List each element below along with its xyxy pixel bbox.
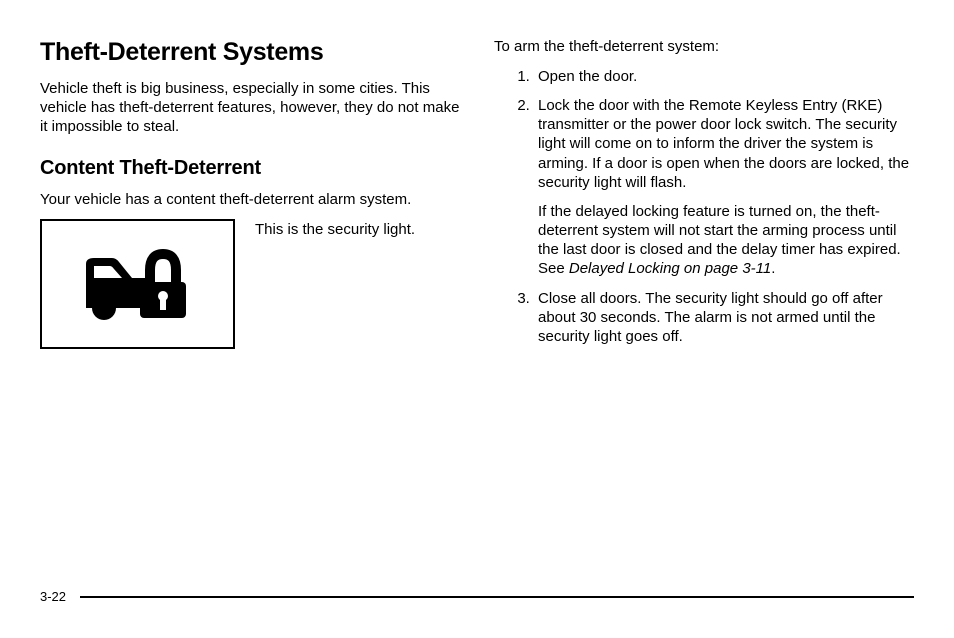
step-2-extra: If the delayed locking feature is turned… [538,202,914,279]
page-number: 3-22 [40,589,66,604]
two-column-layout: Theft-Deterrent Systems Vehicle theft is… [40,38,914,356]
step-2-text-a: Lock the door with the Remote Keyless En… [538,97,909,191]
arming-steps-list: Open the door. Lock the door with the Re… [494,67,914,346]
figure-caption: This is the security light. [255,219,415,240]
intro-paragraph: Vehicle theft is big business, especiall… [40,79,460,137]
heading-content-theft-deterrent: Content Theft-Deterrent [40,157,460,180]
step-1: Open the door. [534,67,914,86]
arm-lead-text: To arm the theft-deterrent system: [494,38,914,57]
content-theft-paragraph: Your vehicle has a content theft-deterre… [40,190,460,209]
heading-theft-deterrent-systems: Theft-Deterrent Systems [40,38,460,67]
figure-row: This is the security light. [40,219,460,349]
footer-rule [80,596,914,598]
step-2: Lock the door with the Remote Keyless En… [534,96,914,279]
step-2-text-b-post: . [771,260,775,277]
right-column: To arm the theft-deterrent system: Open … [494,38,914,356]
step-1-text: Open the door. [538,68,637,85]
left-column: Theft-Deterrent Systems Vehicle theft is… [40,38,460,356]
page-footer: 3-22 [40,589,914,604]
car-lock-icon [78,240,198,328]
step-3: Close all doors. The security light shou… [534,289,914,347]
step-3-text: Close all doors. The security light shou… [538,290,883,345]
delayed-locking-reference: Delayed Locking on page 3-11 [569,260,771,277]
security-light-figure [40,219,235,349]
